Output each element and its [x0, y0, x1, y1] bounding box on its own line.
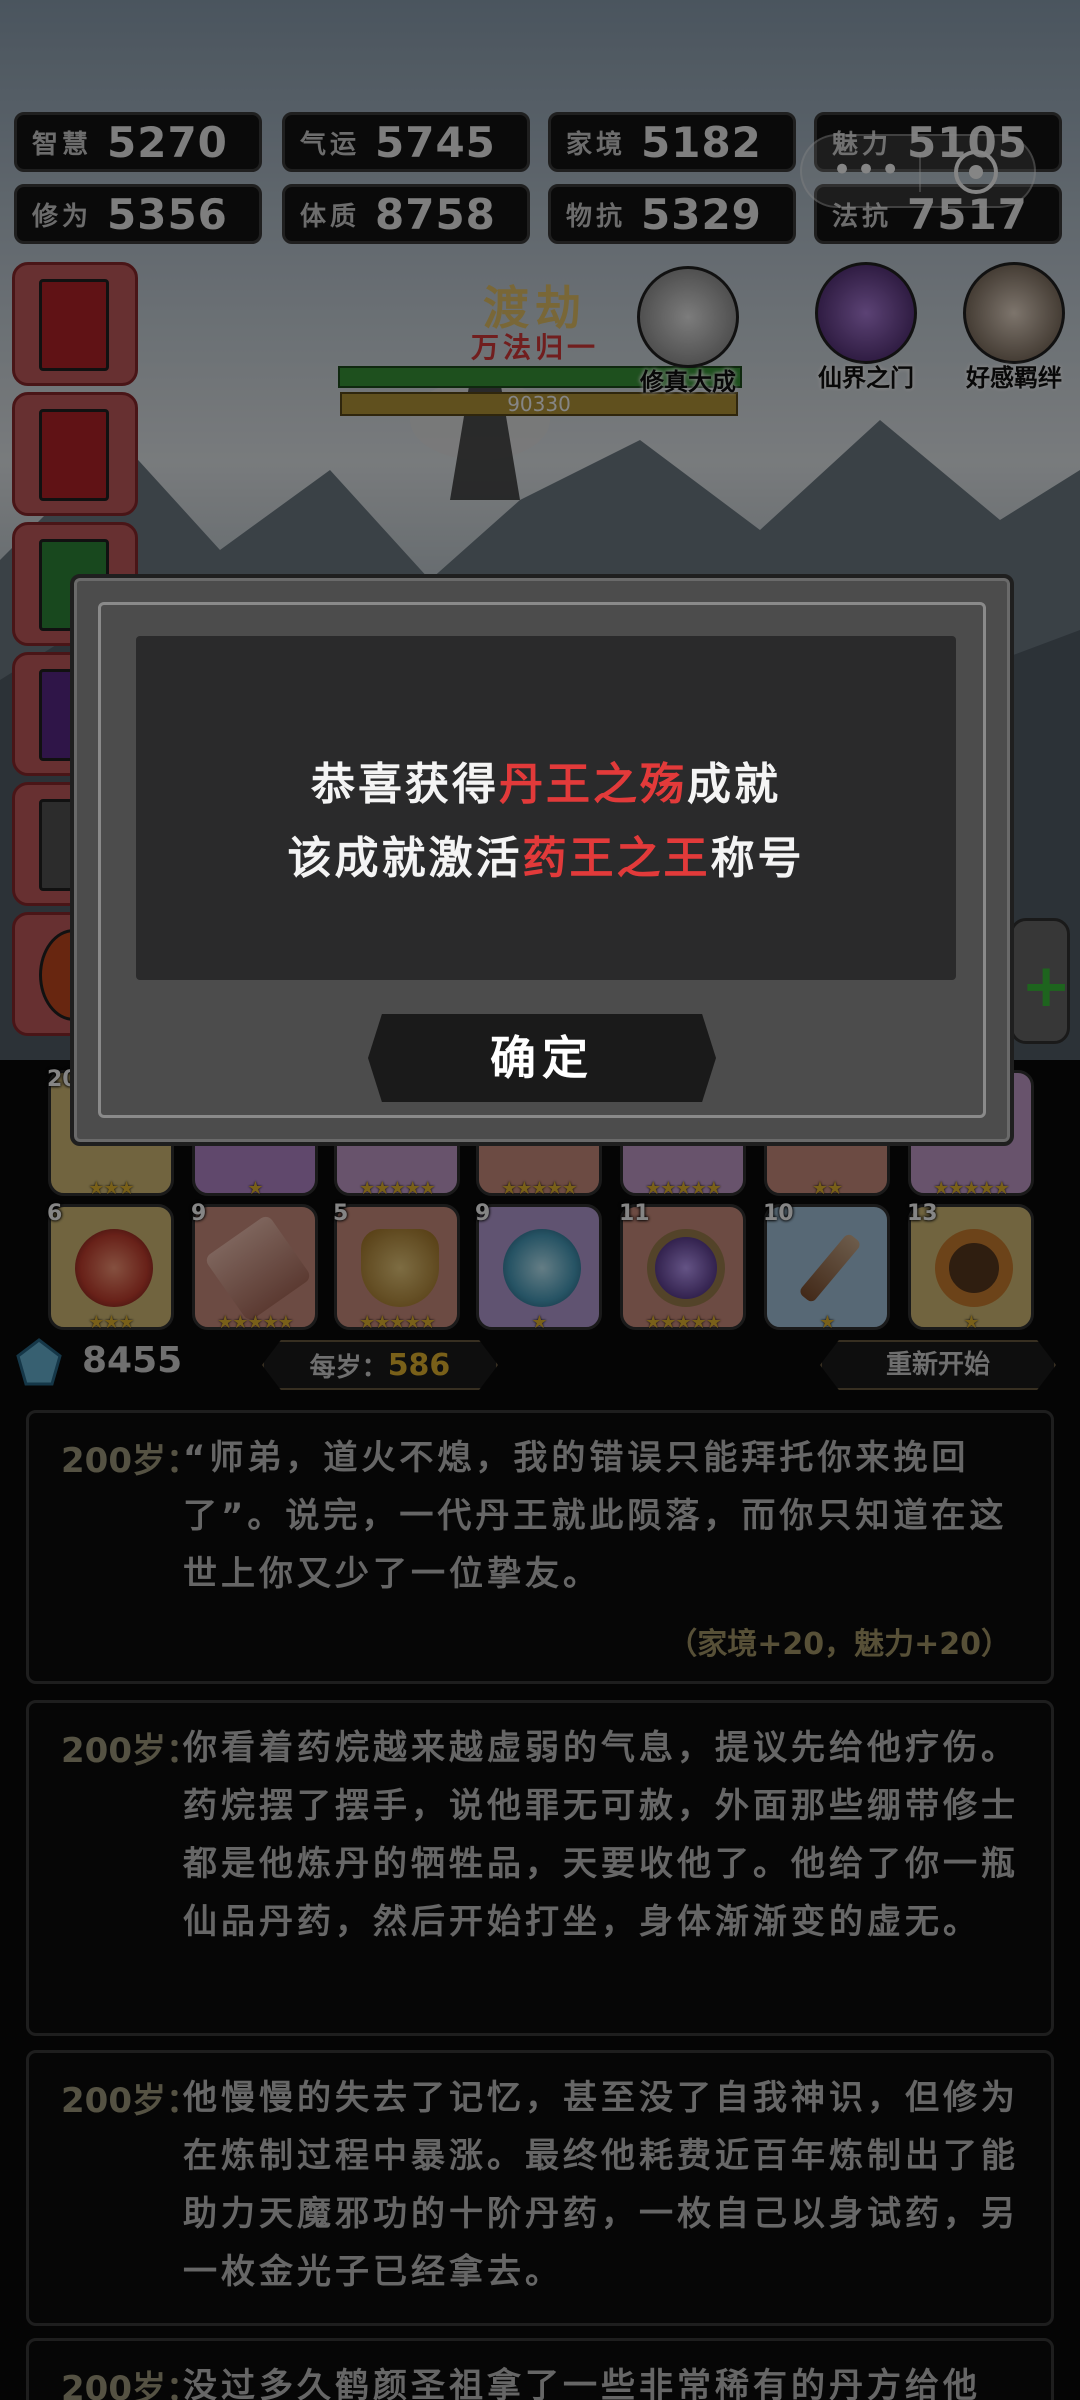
stat-physique: 体质 8758 [282, 184, 530, 244]
blue-pearl-icon [503, 1229, 581, 1307]
capsule-divider [919, 152, 921, 192]
item-slot-row2-5[interactable]: 11 ★★★★★ [619, 1201, 746, 1333]
plus-icon: + [1021, 951, 1072, 1021]
achievement-line: 恭喜获得丹王之殇成就 [311, 759, 781, 810]
title-unlock-line: 该成就激活药王之王称号 [287, 833, 805, 884]
book-icon [39, 409, 109, 501]
book-tab-1[interactable] [12, 262, 138, 386]
item-slot-row2-2[interactable]: 9 ★★★★★ [191, 1201, 318, 1333]
red-orb-icon [75, 1229, 153, 1307]
realm-subtitle: 万法归一 [470, 331, 599, 364]
meditating-figure-icon [637, 266, 739, 368]
more-options-icon[interactable]: ••• [832, 153, 900, 187]
golden-ring-icon [935, 1229, 1013, 1307]
companion-portrait-icon [963, 262, 1065, 364]
book-icon [39, 279, 109, 371]
stat-family: 家境 5182 [548, 112, 796, 172]
book-tab-2[interactable] [12, 392, 138, 516]
log-entry: 200岁： 没过多久鹤颜圣祖拿了一些非常稀有的丹方给他 [26, 2338, 1054, 2400]
crystal-count: 8455 [82, 1340, 183, 1381]
log-entry: 200岁： 你看着药烷越来越虚弱的气息，提议先给他疗伤。药烷摆了摆手，说他罪无可… [26, 1700, 1054, 2036]
achievement-dialog: 恭喜获得丹王之殇成就 该成就激活药王之王称号 确定 [70, 574, 1014, 1146]
purple-mirror-icon [647, 1229, 725, 1307]
stat-wisdom: 智慧 5270 [14, 112, 262, 172]
item-slot-row2-3[interactable]: 5 ★★★★★ [333, 1201, 460, 1333]
per-year-income: 每岁： 586 [262, 1340, 498, 1390]
cauldron-icon [361, 1229, 439, 1307]
dialog-message-panel: 恭喜获得丹王之殇成就 该成就激活药王之王称号 [136, 636, 956, 980]
stat-luck: 气运 5745 [282, 112, 530, 172]
spirit-crystal-icon [16, 1338, 62, 1386]
immortal-gate-button[interactable]: 仙界之门 [806, 262, 926, 393]
log-entry: 200岁： 他慢慢的失去了记忆，甚至没了自我神识，但修为在炼制过程中暴涨。最终他… [26, 2050, 1054, 2326]
item-slot-row2-4[interactable]: 9 ★ [475, 1201, 602, 1333]
close-target-icon[interactable] [954, 150, 998, 194]
item-slot-row2-7[interactable]: 13 ★ [907, 1201, 1034, 1333]
item-slot-row2-1[interactable]: 6 ★★★ [47, 1201, 174, 1333]
add-button[interactable]: + [1010, 918, 1072, 1044]
immortal-gate-icon [815, 262, 917, 364]
game-screen: 智慧 5270 气运 5745 家境 5182 魅力 5105 修为 5356 体质 875… [0, 0, 1080, 2400]
companion-bond-button[interactable]: 好感羁绊 [954, 262, 1074, 393]
stat-cultivation: 修为 5356 [14, 184, 262, 244]
item-slot-row2-6[interactable]: 10 ★ [763, 1201, 890, 1333]
cultivation-master-button[interactable]: 修真大成 [628, 266, 748, 397]
miniprogram-capsule: ••• [800, 134, 1036, 208]
sword-icon [798, 1232, 862, 1304]
confirm-button[interactable]: 确定 [368, 1014, 716, 1102]
restart-button[interactable]: 重新开始 [820, 1340, 1056, 1390]
stat-physical-resist: 物抗 5329 [548, 184, 796, 244]
log-entry: 200岁： “师弟，道火不熄，我的错误只能拜托你来挽回了”。说完，一代丹王就此陨… [26, 1410, 1054, 1684]
scroll-icon [203, 1213, 313, 1323]
